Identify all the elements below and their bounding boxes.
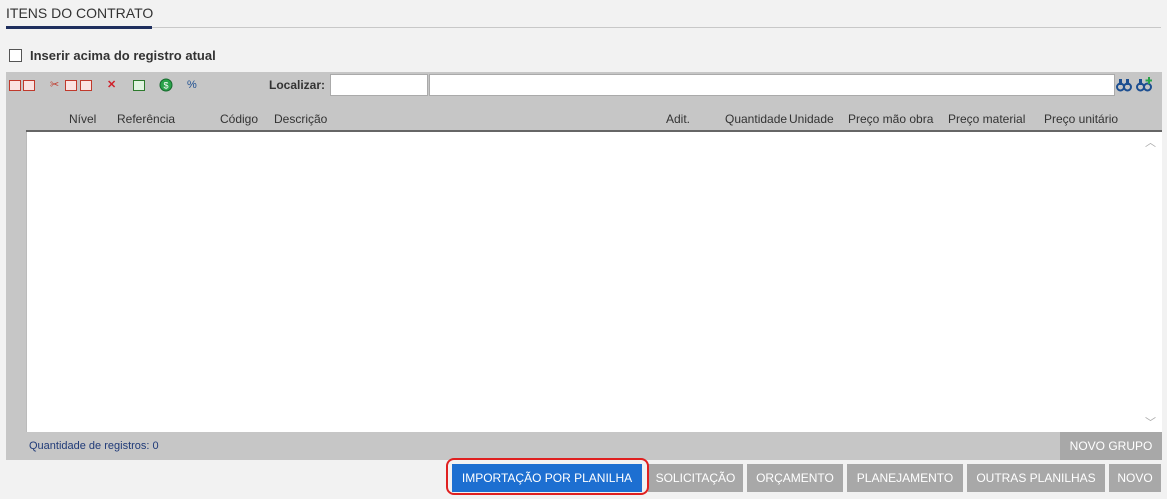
insert-above-option[interactable]: Inserir acima do registro atual (9, 48, 216, 63)
money-icon[interactable]: $ (159, 78, 173, 92)
title-divider (6, 27, 1161, 28)
scroll-up-icon[interactable]: ︿ (1145, 134, 1156, 150)
paste-icon[interactable] (80, 78, 92, 92)
new-check-icon[interactable] (23, 78, 35, 92)
insert-above-checkbox[interactable] (9, 49, 22, 62)
grid-row-selector-column (6, 130, 26, 432)
request-button[interactable]: SOLICITAÇÃO (648, 464, 743, 492)
percent-icon[interactable]: % (187, 78, 197, 92)
budget-button[interactable]: ORÇAMENTO (747, 464, 843, 492)
column-header-material-price[interactable]: Preço material (948, 112, 1025, 126)
new-button[interactable]: NOVO (1109, 464, 1161, 492)
column-header-unit[interactable]: Unidade (789, 112, 834, 126)
grid-body[interactable]: ︿ ﹀ (26, 132, 1162, 432)
column-header-addendum[interactable]: Adit. (666, 112, 690, 126)
column-header-description[interactable]: Descrição (274, 112, 327, 126)
svg-text:$: $ (163, 81, 168, 91)
search-icon[interactable] (1116, 77, 1132, 93)
insert-above-label: Inserir acima do registro atual (30, 48, 216, 63)
title-underline (6, 26, 152, 29)
duplicate-icon[interactable] (133, 78, 145, 92)
column-header-reference[interactable]: Referência (117, 112, 175, 126)
column-header-level[interactable]: Nível (69, 112, 96, 126)
find-field-select[interactable] (330, 74, 428, 96)
import-button-highlight (446, 458, 649, 495)
section-title: ITENS DO CONTRATO (6, 5, 154, 21)
cut-icon[interactable]: ✂ (50, 78, 59, 92)
column-header-labor-price[interactable]: Preço mão obra (848, 112, 933, 126)
other-sheets-button[interactable]: OUTRAS PLANILHAS (967, 464, 1105, 492)
grid-footer: Quantidade de registros: 0 NOVO GRUPO (6, 432, 1162, 460)
search-add-icon[interactable] (1136, 77, 1153, 93)
grid-header: Nível Referência Código Descrição Adit. … (6, 98, 1162, 130)
copy-icon[interactable] (65, 78, 77, 92)
records-count: Quantidade de registros: 0 (29, 440, 159, 452)
new-folder-icon[interactable] (9, 78, 21, 92)
column-header-quantity[interactable]: Quantidade (725, 112, 787, 126)
new-group-button[interactable]: NOVO GRUPO (1060, 432, 1162, 460)
find-input[interactable] (429, 74, 1115, 96)
scroll-down-icon[interactable]: ﹀ (1145, 414, 1156, 430)
column-header-unit-price[interactable]: Preço unitário (1044, 112, 1118, 126)
grid-toolbar: ✂ ✕ $ % Localizar: (6, 72, 1162, 98)
planning-button[interactable]: PLANEJAMENTO (847, 464, 963, 492)
column-header-code[interactable]: Código (220, 112, 258, 126)
delete-icon[interactable]: ✕ (107, 78, 116, 92)
find-label: Localizar: (269, 78, 326, 92)
